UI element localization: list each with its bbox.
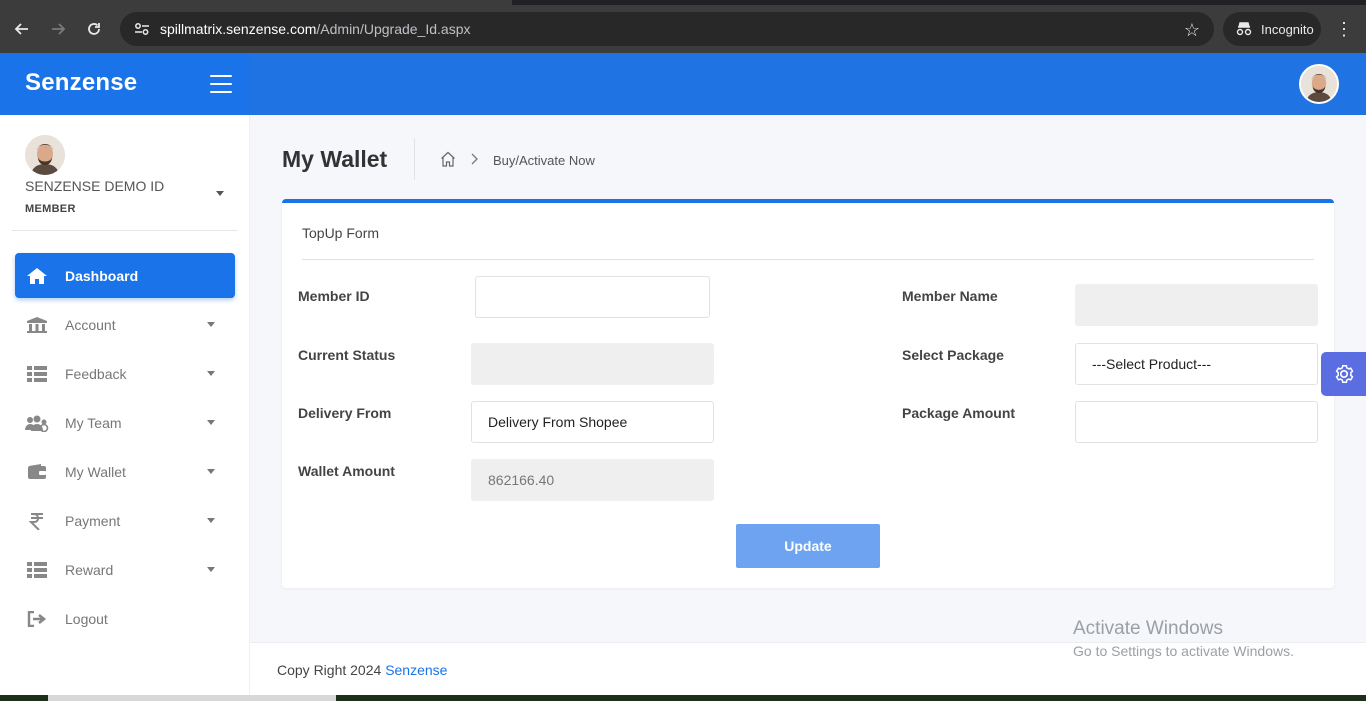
top-navbar bbox=[250, 53, 1366, 115]
chevron-down-icon bbox=[207, 518, 215, 523]
sidebar-item-label: My Team bbox=[65, 414, 122, 431]
chevron-down-icon bbox=[207, 420, 215, 425]
current-status-field bbox=[471, 343, 714, 385]
breadcrumb-home-icon[interactable] bbox=[440, 151, 456, 167]
rupee-icon bbox=[25, 511, 49, 531]
member-id-input[interactable] bbox=[475, 276, 710, 318]
site-settings-icon[interactable] bbox=[134, 21, 150, 37]
incognito-badge[interactable]: Incognito bbox=[1223, 12, 1321, 46]
url-text: spillmatrix.senzense.com/Admin/Upgrade_I… bbox=[160, 21, 471, 37]
sidebar-item-label: Feedback bbox=[65, 365, 127, 382]
member-name-label: Member Name bbox=[902, 288, 998, 304]
member-name-field bbox=[1075, 284, 1318, 326]
address-bar[interactable]: spillmatrix.senzense.com/Admin/Upgrade_I… bbox=[120, 12, 1214, 46]
chevron-down-icon bbox=[207, 469, 215, 474]
incognito-icon bbox=[1236, 22, 1252, 36]
title-divider bbox=[414, 138, 415, 180]
page-title: My Wallet bbox=[282, 146, 388, 172]
list-icon bbox=[25, 560, 49, 580]
sidebar: SENZENSE DEMO ID MEMBER Dashboard Accoun… bbox=[0, 115, 250, 701]
package-amount-label: Package Amount bbox=[902, 405, 1016, 421]
brand-logo[interactable]: Senzense bbox=[25, 69, 137, 97]
sidebar-item-label: Payment bbox=[65, 512, 121, 529]
gear-icon bbox=[1335, 365, 1353, 383]
package-amount-field[interactable] bbox=[1075, 401, 1318, 443]
update-button[interactable]: Update bbox=[736, 524, 880, 568]
sidebar-item-payment[interactable]: Payment bbox=[15, 498, 235, 543]
hamburger-menu-icon[interactable] bbox=[210, 75, 232, 93]
brand-bar: Senzense bbox=[0, 53, 250, 115]
bank-icon bbox=[25, 315, 49, 335]
delivery-from-label: Delivery From bbox=[298, 405, 392, 421]
sidebar-item-logout[interactable]: Logout bbox=[15, 596, 235, 641]
taskbar-item[interactable] bbox=[48, 695, 336, 701]
browser-chrome: spillmatrix.senzense.com/Admin/Upgrade_I… bbox=[0, 0, 1366, 53]
users-icon bbox=[25, 413, 49, 433]
bookmark-star-icon[interactable]: ☆ bbox=[1184, 20, 1200, 41]
chevron-down-icon bbox=[207, 371, 215, 376]
footer-copyright: Copy Right 2024 Senzense bbox=[277, 662, 448, 678]
home-icon bbox=[25, 266, 49, 286]
os-taskbar bbox=[0, 695, 1366, 701]
list-icon bbox=[25, 364, 49, 384]
sidebar-item-label: Dashboard bbox=[65, 267, 139, 284]
member-id-label: Member ID bbox=[298, 288, 370, 304]
breadcrumb-current: Buy/Activate Now bbox=[493, 153, 595, 168]
settings-toggle[interactable] bbox=[1321, 352, 1366, 396]
sidebar-item-my-wallet[interactable]: My Wallet bbox=[15, 449, 235, 494]
select-package-dropdown[interactable]: ---Select Product--- bbox=[1075, 343, 1318, 385]
sidebar-item-dashboard[interactable]: Dashboard bbox=[15, 253, 235, 298]
windows-activation-subtitle: Go to Settings to activate Windows. bbox=[1073, 643, 1294, 659]
wallet-amount-field: 862166.40 bbox=[471, 459, 714, 501]
sidebar-item-my-team[interactable]: My Team bbox=[15, 400, 235, 445]
sidebar-item-label: Account bbox=[65, 316, 116, 333]
sidebar-item-reward[interactable]: Reward bbox=[15, 547, 235, 592]
profile-dropdown-caret-icon[interactable] bbox=[216, 191, 224, 196]
wallet-icon bbox=[25, 462, 49, 482]
sidebar-item-label: Reward bbox=[65, 561, 114, 578]
profile-role: MEMBER bbox=[25, 203, 76, 215]
browser-menu-icon[interactable]: ⋮ bbox=[1334, 14, 1354, 44]
sidebar-item-label: Logout bbox=[65, 610, 108, 627]
active-tab[interactable] bbox=[0, 0, 512, 5]
current-status-label: Current Status bbox=[298, 347, 396, 363]
sidebar-item-account[interactable]: Account bbox=[15, 302, 235, 347]
card-title: TopUp Form bbox=[302, 225, 380, 241]
logout-icon bbox=[25, 609, 49, 629]
profile-name[interactable]: SENZENSE DEMO ID bbox=[25, 178, 164, 194]
reload-icon[interactable] bbox=[78, 13, 110, 45]
sidebar-item-label: My Wallet bbox=[65, 463, 126, 480]
forward-icon[interactable] bbox=[42, 13, 74, 45]
user-avatar[interactable] bbox=[1299, 64, 1339, 104]
chevron-down-icon bbox=[207, 567, 215, 572]
select-package-label: Select Package bbox=[902, 347, 1004, 363]
back-icon[interactable] bbox=[6, 13, 38, 45]
incognito-label: Incognito bbox=[1261, 21, 1314, 37]
breadcrumb-chevron-icon bbox=[470, 152, 480, 166]
wallet-amount-label: Wallet Amount bbox=[298, 463, 395, 479]
tab-strip bbox=[0, 0, 1366, 5]
footer-brand-link[interactable]: Senzense bbox=[385, 662, 447, 678]
delivery-from-field[interactable]: Delivery From Shopee bbox=[471, 401, 714, 443]
windows-activation-title: Activate Windows bbox=[1073, 618, 1223, 639]
profile-avatar bbox=[25, 135, 65, 175]
card-divider bbox=[302, 259, 1314, 260]
sidebar-item-feedback[interactable]: Feedback bbox=[15, 351, 235, 396]
sidebar-divider bbox=[12, 230, 238, 231]
chevron-down-icon bbox=[207, 322, 215, 327]
